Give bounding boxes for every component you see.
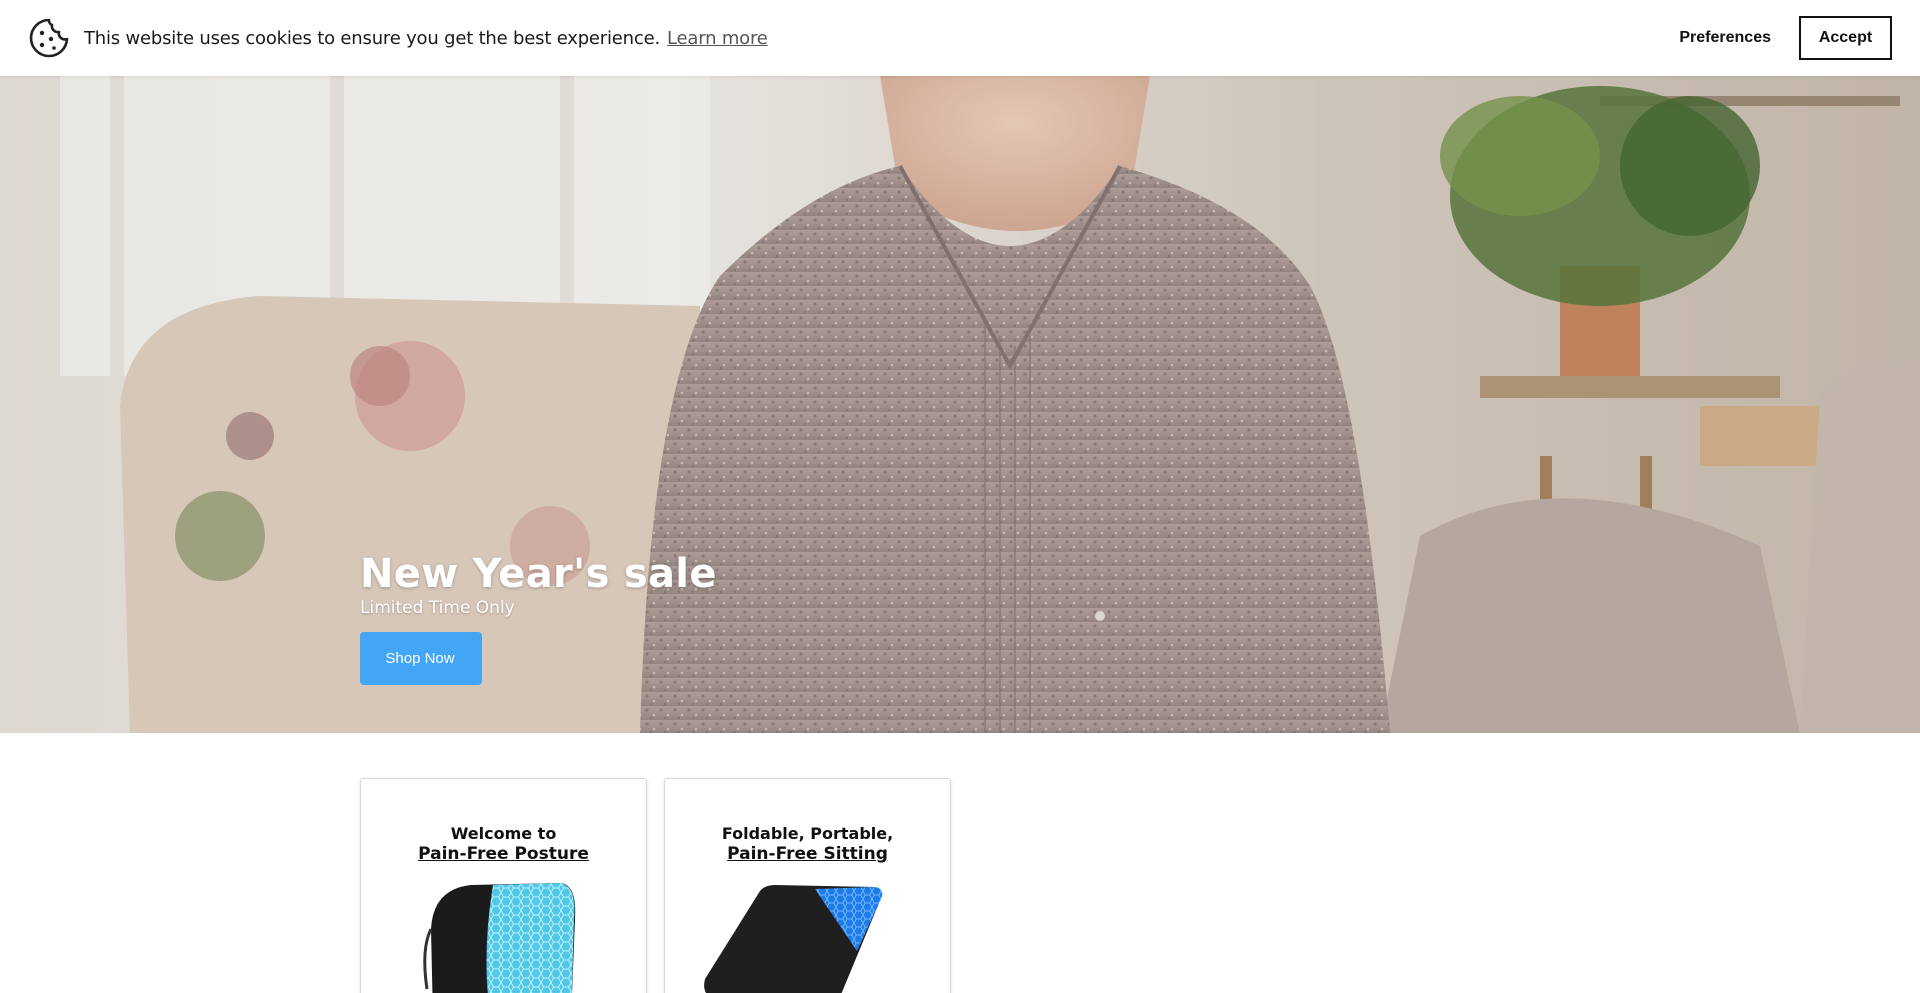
cookie-icon bbox=[28, 17, 70, 59]
cookie-message: This website uses cookies to ensure you … bbox=[84, 27, 660, 49]
card-heading: Welcome to Pain-Free Posture bbox=[361, 823, 646, 865]
shop-now-label: Shop Now bbox=[385, 650, 455, 667]
card-heading-line1: Foldable, Portable, bbox=[721, 824, 894, 843]
foldable-cushion-image bbox=[704, 885, 883, 993]
product-card-sitting[interactable]: Foldable, Portable, Pain-Free Sitting bbox=[664, 778, 951, 993]
hero-image bbox=[0, 76, 1920, 733]
card-heading: Foldable, Portable, Pain-Free Sitting bbox=[665, 823, 950, 865]
cookie-consent-bar: This website uses cookies to ensure you … bbox=[0, 0, 1920, 76]
lumbar-cushion-image bbox=[423, 883, 576, 993]
card-heading-line1: Welcome to bbox=[450, 824, 557, 843]
accept-button[interactable]: Accept bbox=[1799, 16, 1892, 60]
shop-now-button[interactable]: Shop Now bbox=[360, 632, 482, 685]
hero-banner: New Year's sale Limited Time Only Shop N… bbox=[0, 76, 1920, 733]
hero-subtitle: Limited Time Only bbox=[360, 598, 515, 618]
card-link-posture[interactable]: Pain-Free Posture bbox=[361, 844, 646, 865]
learn-more-link[interactable]: Learn more bbox=[667, 28, 768, 49]
preferences-button[interactable]: Preferences bbox=[1667, 19, 1783, 57]
hero-title: New Year's sale bbox=[360, 551, 717, 597]
card-link-sitting[interactable]: Pain-Free Sitting bbox=[665, 844, 950, 865]
product-card-posture[interactable]: Welcome to Pain-Free Posture bbox=[360, 778, 647, 993]
